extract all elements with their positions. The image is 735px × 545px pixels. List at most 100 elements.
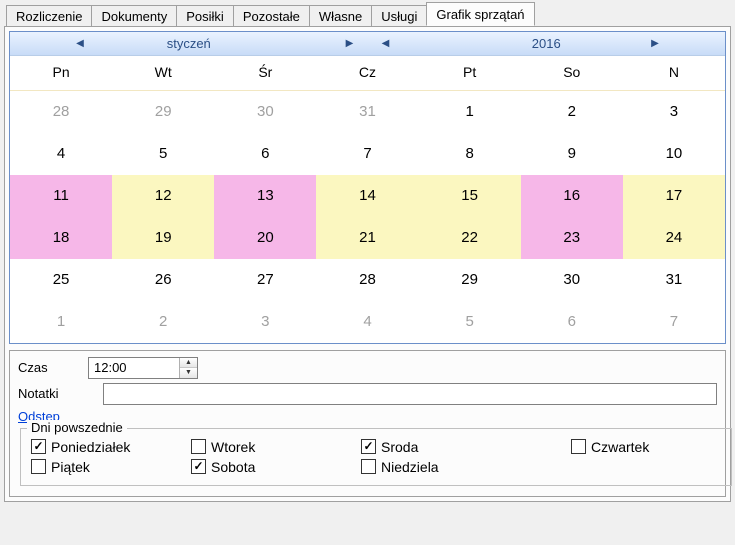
calendar-day[interactable]: 28: [10, 91, 112, 133]
calendar-day[interactable]: 7: [623, 301, 725, 343]
checkbox-icon: [191, 439, 206, 454]
month-label[interactable]: styczeń: [161, 36, 217, 51]
calendar-day[interactable]: 15: [419, 175, 521, 217]
day-header: Cz: [316, 56, 418, 91]
weekday-group: Dni powszednie PoniedziałekWtorekSrodaCz…: [20, 428, 732, 486]
calendar-day[interactable]: 11: [10, 175, 112, 217]
weekday-checkbox-sobota[interactable]: Sobota: [191, 459, 361, 475]
weekday-checkbox-czwartek[interactable]: Czwartek: [571, 439, 721, 455]
calendar-day[interactable]: 22: [419, 217, 521, 259]
time-value: 12:00: [89, 360, 179, 375]
calendar-day[interactable]: 12: [112, 175, 214, 217]
weekday-label: Czwartek: [591, 439, 649, 455]
weekday-checkbox-poniedziałek[interactable]: Poniedziałek: [31, 439, 191, 455]
weekday-checkbox-sroda[interactable]: Sroda: [361, 439, 571, 455]
calendar-day[interactable]: 28: [316, 259, 418, 301]
tab-panel: ◀ styczeń ▶ ◀ 2016 ▶ PnWtŚrCzPtSoN 28293…: [4, 26, 731, 502]
checkbox-icon: [31, 459, 46, 474]
calendar-day[interactable]: 8: [419, 133, 521, 175]
weekday-checkbox-wtorek[interactable]: Wtorek: [191, 439, 361, 455]
day-header: Wt: [112, 56, 214, 91]
day-header: Pt: [419, 56, 521, 91]
day-header: So: [521, 56, 623, 91]
calendar-day[interactable]: 5: [419, 301, 521, 343]
checkbox-icon: [361, 459, 376, 474]
tab-usługi[interactable]: Usługi: [371, 5, 427, 27]
calendar-day[interactable]: 30: [214, 91, 316, 133]
calendar-day[interactable]: 31: [316, 91, 418, 133]
calendar-day[interactable]: 16: [521, 175, 623, 217]
calendar-day[interactable]: 2: [521, 91, 623, 133]
form-area: Czas 12:00 ▲ ▼ Notatki Odstęp Dni powsze…: [9, 350, 726, 497]
next-year-icon[interactable]: ▶: [645, 38, 665, 49]
time-label: Czas: [18, 360, 88, 375]
calendar: ◀ styczeń ▶ ◀ 2016 ▶ PnWtŚrCzPtSoN 28293…: [9, 31, 726, 344]
calendar-day[interactable]: 14: [316, 175, 418, 217]
notes-input[interactable]: [103, 383, 717, 405]
year-nav: ◀ 2016 ▶: [368, 36, 726, 51]
year-label[interactable]: 2016: [526, 36, 567, 51]
time-input[interactable]: 12:00 ▲ ▼: [88, 357, 198, 379]
notes-label: Notatki: [18, 386, 88, 401]
tab-rozliczenie[interactable]: Rozliczenie: [6, 5, 92, 27]
weekday-label: Poniedziałek: [51, 439, 130, 455]
calendar-day[interactable]: 19: [112, 217, 214, 259]
calendar-day[interactable]: 17: [623, 175, 725, 217]
calendar-day[interactable]: 25: [10, 259, 112, 301]
weekday-label: Niedziela: [381, 459, 439, 475]
weekday-checkbox-niedziela[interactable]: Niedziela: [361, 459, 571, 475]
calendar-day[interactable]: 18: [10, 217, 112, 259]
weekday-label: Sobota: [211, 459, 255, 475]
next-month-icon[interactable]: ▶: [340, 38, 360, 49]
prev-year-icon[interactable]: ◀: [376, 38, 396, 49]
calendar-day[interactable]: 3: [214, 301, 316, 343]
day-header: Pn: [10, 56, 112, 91]
calendar-day[interactable]: 23: [521, 217, 623, 259]
month-nav: ◀ styczeń ▶: [10, 36, 368, 51]
calendar-day[interactable]: 31: [623, 259, 725, 301]
tab-bar: RozliczenieDokumentyPosiłkiPozostałeWłas…: [4, 2, 731, 26]
checkbox-icon: [191, 459, 206, 474]
day-header: N: [623, 56, 725, 91]
tab-dokumenty[interactable]: Dokumenty: [91, 5, 177, 27]
calendar-day[interactable]: 26: [112, 259, 214, 301]
calendar-grid: PnWtŚrCzPtSoN 28293031123456789101112131…: [10, 56, 725, 343]
calendar-day[interactable]: 4: [10, 133, 112, 175]
time-spinner: ▲ ▼: [179, 358, 197, 378]
calendar-day[interactable]: 6: [214, 133, 316, 175]
weekday-label: Piątek: [51, 459, 90, 475]
calendar-day[interactable]: 6: [521, 301, 623, 343]
tab-pozostałe[interactable]: Pozostałe: [233, 5, 310, 27]
calendar-day[interactable]: 29: [419, 259, 521, 301]
tab-własne[interactable]: Własne: [309, 5, 372, 27]
calendar-day[interactable]: 29: [112, 91, 214, 133]
calendar-day[interactable]: 20: [214, 217, 316, 259]
calendar-day[interactable]: 27: [214, 259, 316, 301]
weekday-group-title: Dni powszednie: [27, 420, 127, 435]
tab-posiłki[interactable]: Posiłki: [176, 5, 234, 27]
weekday-label: Wtorek: [211, 439, 255, 455]
weekday-label: Sroda: [381, 439, 418, 455]
calendar-day[interactable]: 24: [623, 217, 725, 259]
calendar-day[interactable]: 5: [112, 133, 214, 175]
calendar-day[interactable]: 7: [316, 133, 418, 175]
calendar-day[interactable]: 4: [316, 301, 418, 343]
calendar-day[interactable]: 21: [316, 217, 418, 259]
calendar-day[interactable]: 1: [419, 91, 521, 133]
calendar-day[interactable]: 3: [623, 91, 725, 133]
spinner-up-icon[interactable]: ▲: [180, 358, 197, 369]
calendar-nav: ◀ styczeń ▶ ◀ 2016 ▶: [10, 32, 725, 56]
checkbox-icon: [571, 439, 586, 454]
calendar-day[interactable]: 30: [521, 259, 623, 301]
calendar-day[interactable]: 1: [10, 301, 112, 343]
spinner-down-icon[interactable]: ▼: [180, 368, 197, 378]
prev-month-icon[interactable]: ◀: [70, 38, 90, 49]
checkbox-icon: [31, 439, 46, 454]
calendar-day[interactable]: 2: [112, 301, 214, 343]
calendar-day[interactable]: 9: [521, 133, 623, 175]
calendar-day[interactable]: 10: [623, 133, 725, 175]
checkbox-icon: [361, 439, 376, 454]
calendar-day[interactable]: 13: [214, 175, 316, 217]
tab-grafik sprzątań[interactable]: Grafik sprzątań: [426, 2, 534, 26]
weekday-checkbox-piątek[interactable]: Piątek: [31, 459, 191, 475]
